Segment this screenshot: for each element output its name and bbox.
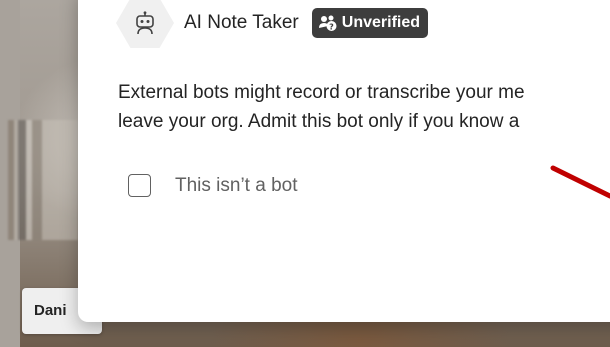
not-a-bot-option[interactable]: This isn’t a bot xyxy=(128,174,298,197)
bot-name: AI Note Taker xyxy=(184,12,299,33)
bot-identity-row: AI Note Taker ? Unverified xyxy=(116,0,429,48)
unverified-badge: ? Unverified xyxy=(311,8,429,38)
unverified-people-icon: ? xyxy=(318,14,338,32)
warning-line-1: External bots might record or transcribe… xyxy=(118,82,525,103)
svg-text:?: ? xyxy=(329,23,334,32)
not-a-bot-checkbox[interactable] xyxy=(128,174,151,197)
participant-name: Dani xyxy=(34,302,67,319)
warning-message: External bots might record or transcribe… xyxy=(118,78,610,136)
warning-line-2: leave your org. Admit this bot only if y… xyxy=(118,111,520,132)
background-bookshelf xyxy=(8,120,78,240)
bot-admission-dialog: AI Note Taker ? Unverified External bots… xyxy=(78,0,610,322)
not-a-bot-label[interactable]: This isn’t a bot xyxy=(175,175,298,197)
badge-label: Unverified xyxy=(341,14,421,31)
robot-icon xyxy=(116,0,174,48)
meeting-stage: Dani AI Note Taker ? Unverified External… xyxy=(0,0,610,347)
